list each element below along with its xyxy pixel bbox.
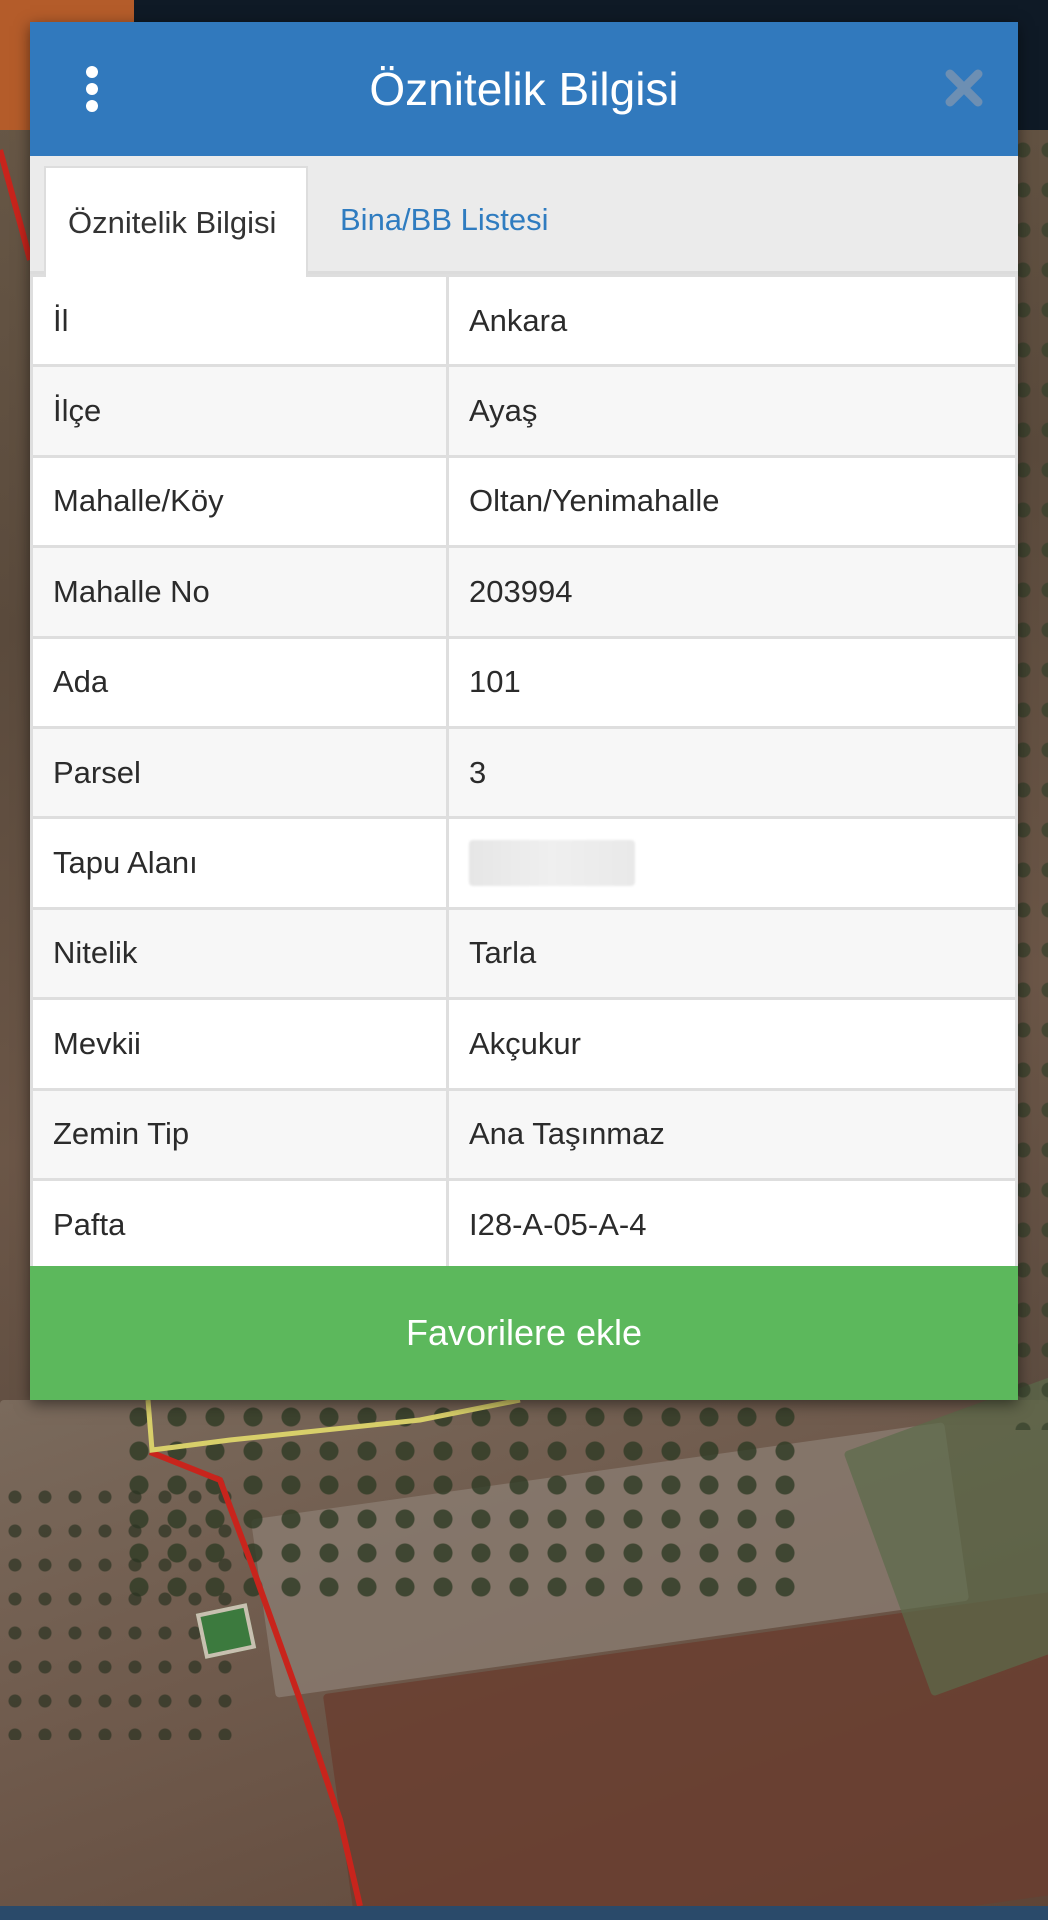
dialog-header: Öznitelik Bilgisi: [30, 22, 1018, 156]
attribute-key: Nitelik: [30, 906, 449, 1001]
table-row: İl Ankara: [30, 273, 1018, 368]
table-row: Mevkii Akçukur: [30, 997, 1018, 1091]
attribute-value-redacted: [446, 816, 1018, 910]
vertical-ellipsis-icon: [86, 66, 98, 78]
table-row: Nitelik Tarla: [30, 906, 1018, 1001]
attribute-key: Zemin Tip: [30, 1087, 449, 1181]
attribute-key: İlçe: [30, 364, 449, 458]
attribute-info-dialog: Öznitelik Bilgisi Öznitelik Bilgisi Bina…: [30, 22, 1018, 1400]
tab-building-list[interactable]: Bina/BB Listesi: [318, 166, 571, 274]
add-to-favorites-button[interactable]: Favorilere ekle: [30, 1266, 1018, 1400]
tab-attribute-info[interactable]: Öznitelik Bilgisi: [44, 166, 308, 277]
vertical-ellipsis-icon-dot: [86, 83, 98, 95]
close-button[interactable]: [944, 68, 984, 108]
attribute-value: Ankara: [446, 273, 1018, 368]
menu-button[interactable]: [80, 66, 104, 112]
map-bottom-strip: [0, 1906, 1048, 1920]
attribute-value: Akçukur: [446, 997, 1018, 1091]
attribute-key: Pafta: [30, 1177, 449, 1272]
attribute-value: Oltan/Yenimahalle: [446, 454, 1018, 549]
attribute-key: Tapu Alanı: [30, 816, 449, 910]
redacted-value-blur: [469, 840, 635, 887]
attribute-table: İl Ankara İlçe Ayaş Mahalle/Köy Oltan/Ye…: [30, 273, 1018, 1272]
attribute-value: Tarla: [446, 906, 1018, 1001]
tab-bar: Öznitelik Bilgisi Bina/BB Listesi: [30, 156, 1018, 277]
parcel-boundary-yellow: [145, 1397, 521, 1453]
table-row: Parsel 3: [30, 725, 1018, 820]
table-row: Ada 101: [30, 635, 1018, 729]
attribute-value: 203994: [446, 545, 1018, 639]
attribute-key: Ada: [30, 635, 449, 729]
table-row: Mahalle No 203994: [30, 545, 1018, 639]
dialog-title: Öznitelik Bilgisi: [369, 63, 679, 115]
attribute-key: İl: [30, 273, 449, 368]
vertical-ellipsis-icon-dot: [86, 100, 98, 112]
attribute-value: 101: [446, 635, 1018, 729]
close-icon: [945, 69, 983, 107]
attribute-key: Parsel: [30, 725, 449, 820]
attribute-key: Mahalle No: [30, 545, 449, 639]
table-row: Zemin Tip Ana Taşınmaz: [30, 1087, 1018, 1181]
table-row: Pafta I28-A-05-A-4: [30, 1177, 1018, 1272]
attribute-key: Mevkii: [30, 997, 449, 1091]
table-row: Tapu Alanı: [30, 816, 1018, 910]
attribute-value: I28-A-05-A-4: [446, 1177, 1018, 1272]
attribute-value: 3: [446, 725, 1018, 820]
table-row: Mahalle/Köy Oltan/Yenimahalle: [30, 454, 1018, 549]
attribute-key: Mahalle/Köy: [30, 454, 449, 549]
parcel-boundary-red: [148, 1449, 363, 1907]
table-row: İlçe Ayaş: [30, 364, 1018, 458]
attribute-value: Ayaş: [446, 364, 1018, 458]
parcel-boundary-red: [0, 149, 33, 261]
attribute-value: Ana Taşınmaz: [446, 1087, 1018, 1181]
